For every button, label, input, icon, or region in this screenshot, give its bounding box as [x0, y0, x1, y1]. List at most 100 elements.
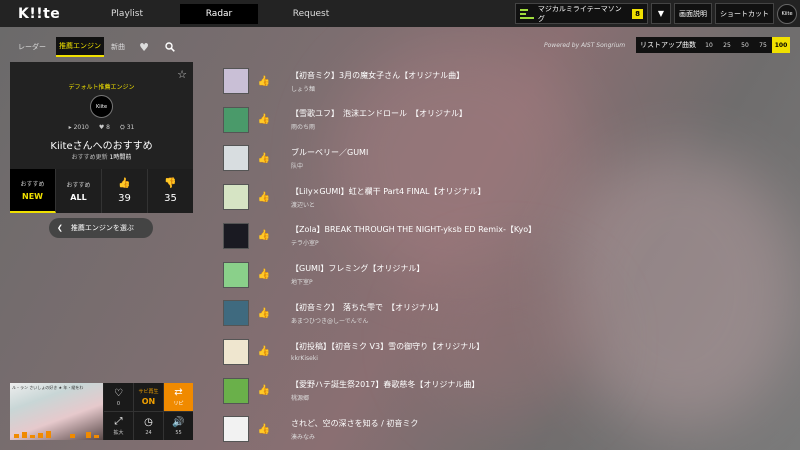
song-row[interactable]: 👍 【愛野ハテ誕生祭2017】春歌慈冬【オリジナル曲】 桃源郷 [223, 376, 783, 406]
song-artist[interactable]: 湊みなみ [291, 432, 418, 441]
song-artist[interactable]: あまつひつき@しーでんでん [291, 316, 443, 325]
timer-value: 24 [145, 429, 152, 436]
theme-dropdown-button[interactable]: ▼ [651, 3, 671, 24]
volume-button[interactable]: 🔊 55 [164, 412, 193, 440]
button-value: ALL [70, 193, 87, 202]
tab-request[interactable]: Request [272, 4, 350, 24]
list-count-option[interactable]: 75 [754, 37, 772, 53]
search-icon[interactable] [158, 37, 182, 57]
song-thumbnail[interactable] [223, 68, 249, 94]
song-thumbnail[interactable] [223, 338, 249, 365]
song-row[interactable]: 👍 【Zola】BREAK THROUGH THE NIGHT-yksb ED R… [223, 221, 783, 251]
song-text: 【初音ミク】3月の魔女子さん【オリジナル曲】 しょう麺 [291, 70, 464, 93]
song-text: ブルーベリー／GUMI 队中 [291, 147, 368, 170]
song-title[interactable]: 【愛野ハテ誕生祭2017】春歌慈冬【オリジナル曲】 [291, 379, 479, 390]
song-thumbnail[interactable] [223, 106, 249, 133]
song-row[interactable]: 👍 【初投稿】【初音ミク V3】雪の御守り【オリジナル】 kkrKiseki [223, 337, 783, 367]
thumbs-up-icon[interactable]: 👍 [249, 269, 279, 280]
song-artist[interactable]: 队中 [291, 161, 368, 170]
engine-title: Kiiteさんへのおすすめ [50, 141, 153, 152]
song-row[interactable]: 👍 されど、空の深さを知る / 初音ミク 湊みなみ [223, 414, 783, 444]
thumbs-up-icon[interactable]: 👍 [249, 346, 279, 357]
song-row[interactable]: 👍 【雪歌ユフ】 泡沫エンドロール 【オリジナル】 雨のち雨 [223, 105, 783, 135]
song-artist[interactable]: kkrKiseki [291, 355, 484, 362]
tab-new-songs[interactable]: 新曲 [106, 37, 130, 57]
help-button[interactable]: 画面説明 [674, 3, 712, 24]
song-thumbnail[interactable] [223, 222, 249, 249]
list-count-option[interactable]: 50 [736, 37, 754, 53]
sabi-toggle[interactable]: サビ再生 ON [134, 383, 163, 411]
song-row[interactable]: 👍 【初音ミク】 落ちた雫で 【オリジナル】 あまつひつき@しーでんでん [223, 298, 783, 328]
song-artist[interactable]: テラ小室P [291, 238, 536, 247]
list-count-option[interactable]: 100 [772, 37, 790, 53]
song-artist[interactable]: 桃源郷 [291, 393, 479, 402]
theme-playlist-selector[interactable]: マジカルミライテーマソング 8 [515, 3, 648, 24]
song-thumbnail[interactable] [223, 416, 249, 443]
song-thumbnail[interactable] [223, 184, 249, 211]
thumbs-up-filter-button[interactable]: 👍 39 [102, 169, 148, 213]
song-thumbnail[interactable] [223, 261, 249, 288]
song-title[interactable]: 【GUMI】フレミング【オリジナル】 [291, 263, 424, 274]
recommend-all-button[interactable]: おすすめ ALL [56, 169, 102, 213]
song-thumbnail[interactable] [223, 145, 249, 172]
like-count-stat: ♥ 8 [98, 124, 110, 131]
powered-by: Powered by AIST Songrium [544, 42, 626, 49]
list-count-option[interactable]: 10 [700, 37, 718, 53]
song-title[interactable]: 【雪歌ユフ】 泡沫エンドロール 【オリジナル】 [291, 108, 467, 119]
button-caption: おすすめ [20, 181, 45, 188]
song-title[interactable]: されど、空の深さを知る / 初音ミク [291, 418, 418, 429]
sabi-label: サビ再生 [138, 389, 159, 395]
song-title[interactable]: 【Lily×GUMI】虹と欄干 Part4 FINAL【オリジナル】 [291, 186, 486, 197]
thumbs-down-filter-button[interactable]: 👎 35 [148, 169, 193, 213]
song-artist[interactable]: しょう麺 [291, 84, 464, 93]
mini-player: ル・ラン さいしょの好き ★ 年・縦をわ ♡ 0 サビ再生 ON ⇄ リピ ⤢ … [10, 383, 193, 440]
thumbs-up-icon[interactable]: 👍 [249, 114, 279, 125]
user-count-stat: ⛭ 31 [119, 124, 135, 131]
song-row[interactable]: 👍 【初音ミク】3月の魔女子さん【オリジナル曲】 しょう麺 [223, 66, 783, 96]
kiite-logo[interactable]: K!!te [0, 6, 68, 22]
song-title[interactable]: ブルーベリー／GUMI [291, 147, 368, 158]
song-artist[interactable]: 雨のち雨 [291, 122, 467, 131]
engine-avatar: Kiite [90, 95, 113, 118]
thumbs-up-icon[interactable]: 👍 [249, 308, 279, 319]
shortcut-button[interactable]: ショートカット [715, 3, 774, 24]
song-thumbnail[interactable] [223, 300, 249, 327]
tab-recommend-engine[interactable]: 推薦エンジン [56, 37, 104, 57]
thumbs-up-icon[interactable]: 👍 [249, 192, 279, 203]
thumbs-up-icon[interactable]: 👍 [249, 385, 279, 396]
song-row[interactable]: 👍 【Lily×GUMI】虹と欄干 Part4 FINAL【オリジナル】 渡辺いと [223, 182, 783, 212]
thumbs-up-icon[interactable]: 👍 [249, 424, 279, 435]
tab-radar-view[interactable]: レーダー [10, 37, 54, 57]
thumbs-up-icon[interactable]: 👍 [249, 230, 279, 241]
heart-icon[interactable]: ♥ [132, 37, 156, 57]
song-title[interactable]: 【初音ミク】3月の魔女子さん【オリジナル曲】 [291, 70, 464, 81]
song-title[interactable]: 【Zola】BREAK THROUGH THE NIGHT-yksb ED Re… [291, 224, 536, 235]
song-artist[interactable]: 渡辺いと [291, 200, 486, 209]
sabi-value: ON [141, 397, 156, 406]
tab-playlist[interactable]: Playlist [88, 4, 166, 24]
tab-radar[interactable]: Radar [180, 3, 258, 24]
song-artist[interactable]: 地下室P [291, 277, 424, 286]
list-count-option[interactable]: 25 [718, 37, 736, 53]
thumbs-up-icon[interactable]: 👍 [249, 76, 279, 87]
choose-engine-button[interactable]: ❮ 推薦エンジンを選ぶ [49, 218, 153, 238]
player-like-button[interactable]: ♡ 0 [104, 383, 133, 411]
song-title[interactable]: 【初音ミク】 落ちた雫で 【オリジナル】 [291, 302, 443, 313]
recommend-new-button[interactable]: おすすめ NEW [10, 169, 56, 213]
expand-icon: ⤢ [114, 416, 123, 427]
song-text: 【Zola】BREAK THROUGH THE NIGHT-yksb ED Re… [291, 224, 536, 247]
song-title[interactable]: 【初投稿】【初音ミク V3】雪の御守り【オリジナル】 [291, 341, 484, 352]
thumbs-up-icon[interactable]: 👍 [249, 153, 279, 164]
now-playing-thumbnail[interactable]: ル・ラン さいしょの好き ★ 年・縦をわ [10, 383, 103, 440]
repeat-button[interactable]: ⇄ リピ [164, 383, 193, 411]
song-text: 【初音ミク】 落ちた雫で 【オリジナル】 あまつひつき@しーでんでん [291, 302, 443, 325]
expand-button[interactable]: ⤢ 拡大 [104, 412, 133, 440]
song-thumbnail[interactable] [223, 377, 249, 404]
song-row[interactable]: 👍 ブルーベリー／GUMI 队中 [223, 143, 783, 173]
song-row[interactable]: 👍 【GUMI】フレミング【オリジナル】 地下室P [223, 260, 783, 290]
user-avatar[interactable]: Kiite [777, 3, 797, 24]
list-count-label: リストアップ曲数 [640, 41, 696, 49]
thumbs-down-icon: 👎 [164, 178, 177, 189]
star-icon[interactable]: ☆ [177, 68, 187, 81]
timer-button[interactable]: ◷ 24 [134, 412, 163, 440]
